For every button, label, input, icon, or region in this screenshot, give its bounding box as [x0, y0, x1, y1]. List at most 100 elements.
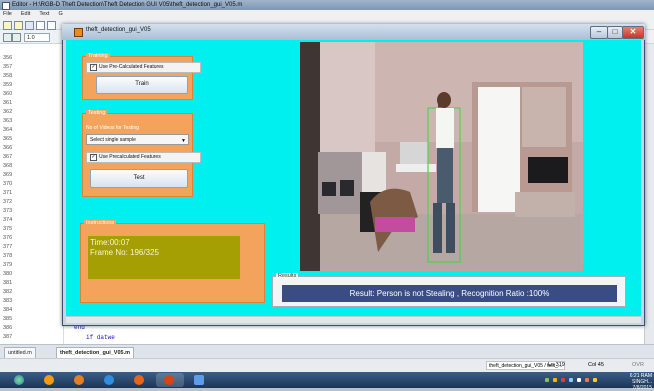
tray-icon[interactable] — [593, 378, 597, 382]
status-col-label: Col — [588, 362, 597, 368]
testing-precalc-checkbox[interactable]: ✓ Use Precalculated Features — [86, 152, 201, 163]
close-button[interactable]: ✕ — [622, 26, 644, 39]
test-button[interactable]: Test — [90, 169, 188, 188]
save-icon[interactable] — [25, 21, 34, 30]
video-frame-image — [300, 42, 583, 271]
line-number: 359 — [3, 82, 13, 88]
editor-vertical-scrollbar[interactable] — [644, 44, 654, 344]
line-number: 361 — [3, 100, 13, 106]
editor-tab-bar: untitled.m theft_detection_gui_V05.m — [0, 344, 654, 359]
line-number: 367 — [3, 154, 13, 160]
line-number: 356 — [3, 55, 13, 61]
testing-panel-title: Testing — [86, 110, 108, 117]
taskbar-app-vlc[interactable] — [36, 373, 64, 387]
network-icon[interactable] — [569, 378, 573, 382]
taskbar-app-media[interactable] — [66, 373, 94, 387]
cell-eval-icon[interactable] — [12, 33, 21, 42]
cut-icon[interactable] — [36, 21, 45, 30]
clock-time: 6:21 RAM SINGH... — [629, 373, 652, 385]
test-sample-dropdown[interactable]: Select single sample ▼ — [86, 134, 189, 145]
line-number: 375 — [3, 226, 13, 232]
status-overwrite: OVR — [632, 362, 644, 368]
status-line-label: Ln — [548, 362, 555, 368]
line-number: 365 — [3, 136, 13, 142]
menu-go[interactable]: G — [58, 11, 62, 17]
videos-for-testing-label: No of Videos for Testing — [86, 125, 139, 131]
line-number: 379 — [3, 262, 13, 268]
line-number: 382 — [3, 289, 13, 295]
line-number: 381 — [3, 280, 13, 286]
new-file-icon[interactable] — [3, 21, 12, 30]
line-number: 383 — [3, 298, 13, 304]
editor-menu-bar: File Edit Text G — [0, 10, 654, 19]
media-player-icon — [74, 375, 84, 385]
result-text: Result: Person is not Stealing , Recogni… — [282, 285, 617, 302]
frame-number: Frame No: 196/325 — [90, 248, 159, 257]
taskbar-app-firefox[interactable] — [126, 373, 154, 387]
editor-title-bar[interactable]: Editor - H:\RGB-D Theft Detection\Theft … — [0, 0, 654, 10]
line-number: 364 — [3, 127, 13, 133]
tray-icon[interactable] — [561, 378, 565, 382]
line-number: 363 — [3, 118, 13, 124]
status-line: Ln 319 — [548, 361, 565, 370]
browser-icon — [104, 375, 114, 385]
firefox-icon — [134, 375, 144, 385]
tray-icon[interactable] — [553, 378, 557, 382]
results-panel-title: Results — [276, 273, 299, 280]
cell-increment-field[interactable]: 1.0 — [24, 33, 50, 42]
matlab-figure-icon — [74, 28, 83, 37]
minimize-button[interactable]: – — [590, 26, 608, 39]
test-sample-value: Select single sample — [90, 137, 136, 143]
code-line-if: if datwe — [86, 334, 115, 341]
checkmark-icon: ✓ — [90, 154, 97, 161]
instructions-display: Time:00:07 Frame No: 196/325 — [88, 236, 240, 279]
line-number: 373 — [3, 208, 13, 214]
line-number: 366 — [3, 145, 13, 151]
copy-icon[interactable] — [47, 21, 56, 30]
line-number: 360 — [3, 91, 13, 97]
tray-icon[interactable] — [585, 378, 589, 382]
chevron-down-icon: ▼ — [181, 138, 186, 144]
video-frame — [300, 42, 583, 271]
training-precalc-checkbox[interactable]: ✓ Use Pre-Calculated Features — [86, 62, 201, 73]
figure-horizontal-scrollbar[interactable] — [66, 316, 641, 323]
line-number: 380 — [3, 271, 13, 277]
menu-file[interactable]: File — [3, 11, 12, 17]
taskbar-clock[interactable]: 6:21 RAM SINGH... 7/8/2015 — [612, 373, 652, 391]
taskbar-app-chrome[interactable] — [96, 373, 124, 387]
line-number: 369 — [3, 172, 13, 178]
menu-edit[interactable]: Edit — [21, 11, 30, 17]
status-col-value: 45 — [597, 362, 604, 368]
line-number: 374 — [3, 217, 13, 223]
editor-app-icon — [2, 2, 10, 10]
training-precalc-label: Use Pre-Calculated Features — [99, 64, 164, 70]
taskbar-app-folder[interactable] — [186, 373, 214, 387]
taskbar-app-matlab[interactable] — [156, 373, 184, 387]
line-number: 368 — [3, 163, 13, 169]
open-file-icon[interactable] — [14, 21, 23, 30]
cell-mode-icon[interactable] — [3, 33, 12, 42]
menu-text[interactable]: Text — [39, 11, 49, 17]
maximize-button[interactable]: □ — [607, 26, 623, 39]
checkmark-icon: ✓ — [90, 64, 97, 71]
vlc-icon — [44, 375, 54, 385]
figure-title-bar[interactable]: theft_detection_gui_V05 – □ ✕ — [62, 24, 645, 40]
line-number: 362 — [3, 109, 13, 115]
line-number: 377 — [3, 244, 13, 250]
start-button[interactable] — [6, 373, 34, 387]
folder-icon — [194, 375, 204, 385]
status-line-value: 319 — [555, 362, 565, 368]
line-number: 376 — [3, 235, 13, 241]
train-button[interactable]: Train — [96, 76, 188, 94]
line-number: 384 — [3, 307, 13, 313]
tray-icon[interactable] — [545, 378, 549, 382]
elapsed-time: Time:00:07 — [90, 238, 130, 247]
line-number: 358 — [3, 73, 13, 79]
line-number: 386 — [3, 325, 13, 331]
line-number: 357 — [3, 64, 13, 70]
status-column: Col 45 — [588, 361, 604, 370]
windows-logo-icon — [14, 375, 24, 385]
volume-icon[interactable] — [577, 378, 581, 382]
editor-title: Editor - H:\RGB-D Theft Detection\Theft … — [12, 2, 243, 8]
matlab-icon — [164, 375, 174, 385]
